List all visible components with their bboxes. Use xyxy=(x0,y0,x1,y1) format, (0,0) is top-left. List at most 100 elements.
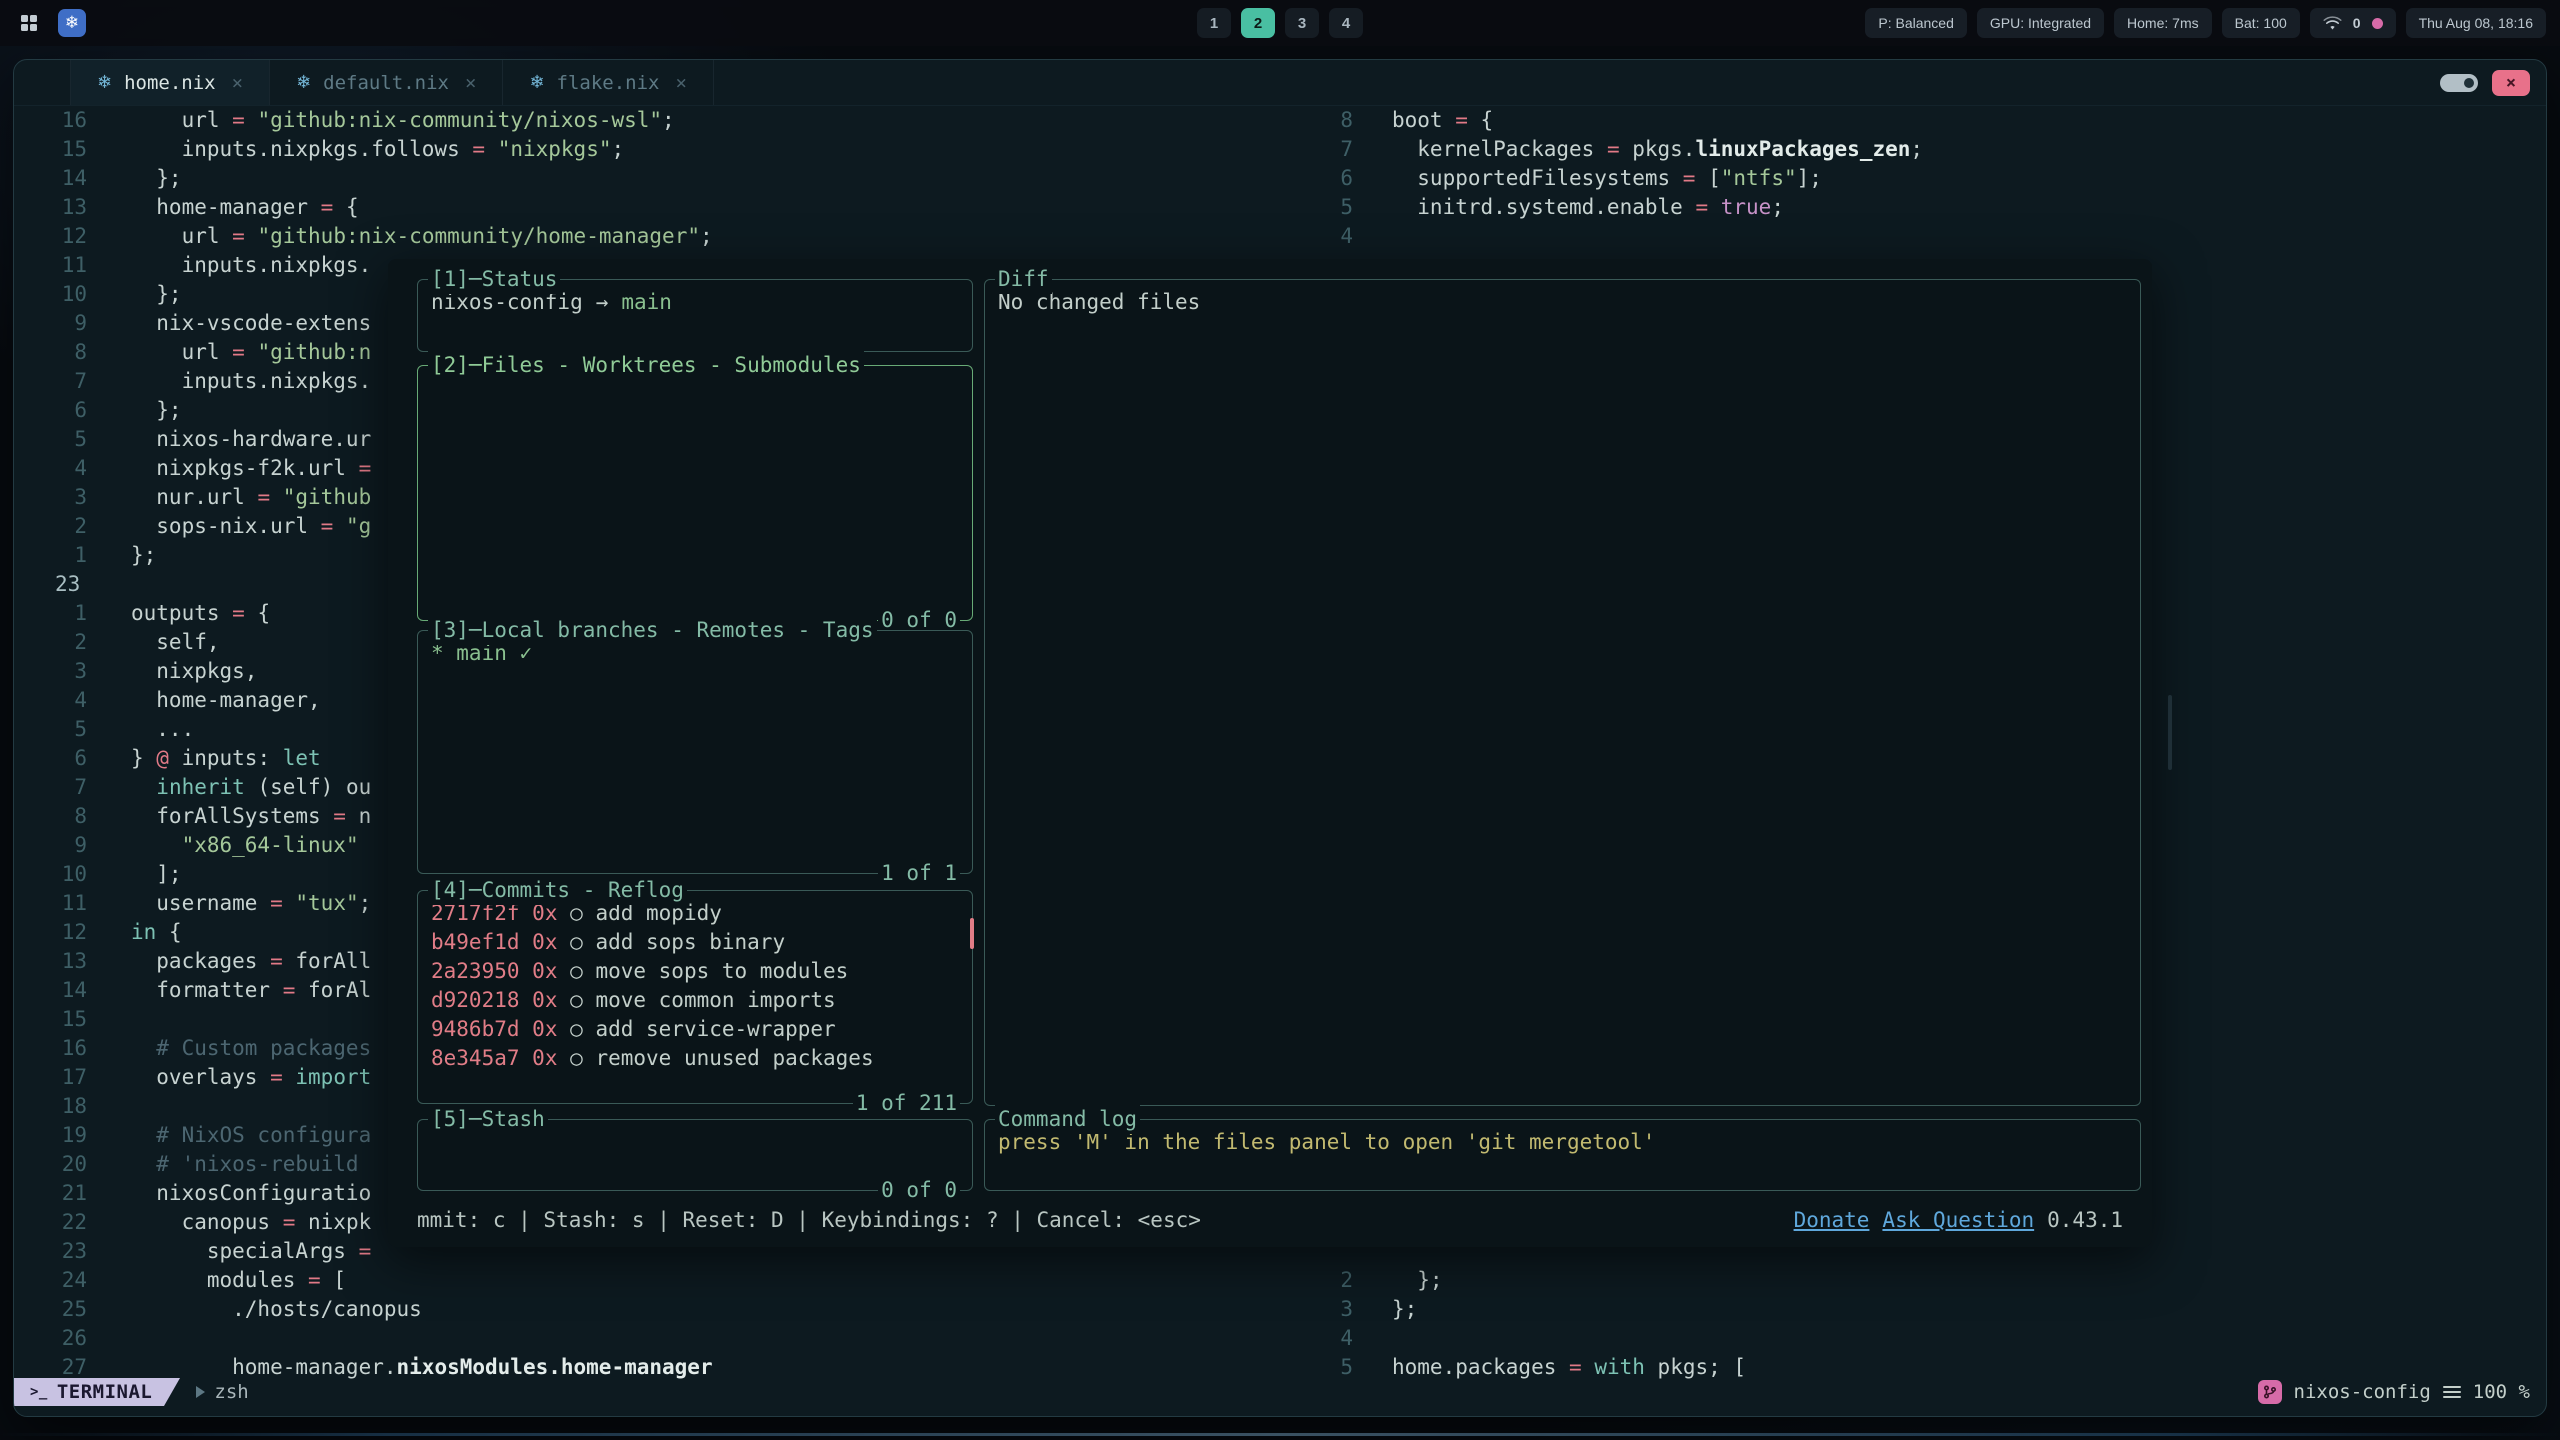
lazygit-branches-panel[interactable]: [3]─Local branches - Remotes - Tags * ma… xyxy=(417,630,973,874)
right-pane-top-lines: 8boot = {7 kernelPackages = pkgs.linuxPa… xyxy=(1307,106,2546,251)
status-pill: GPU: Integrated xyxy=(1977,8,2104,38)
lazygit-command-log-panel[interactable]: Command log press 'M' in the files panel… xyxy=(984,1119,2141,1191)
system-tray: 0 xyxy=(2310,8,2396,38)
shell-name: zsh xyxy=(214,1381,248,1403)
lazygit-window: [1]─Status nixos-config→main [2]─Files -… xyxy=(388,259,2152,1247)
commit-item[interactable]: 8e345a7 0x ○ remove unused packages xyxy=(431,1044,959,1073)
code-line: 13 home-manager = { xyxy=(14,193,1307,222)
workspace-button-3[interactable]: 3 xyxy=(1285,8,1319,38)
lazygit-status-panel[interactable]: [1]─Status nixos-config→main xyxy=(417,279,973,352)
tab-close-icon[interactable]: × xyxy=(676,72,687,94)
code-line: 12 url = "github:nix-community/home-mana… xyxy=(14,222,1307,251)
tab-label: home.nix xyxy=(124,72,216,94)
terminal-window: ❄home.nix×❄default.nix×❄flake.nix× × 16 … xyxy=(13,59,2547,1417)
code-line: 15 inputs.nixpkgs.follows = "nixpkgs"; xyxy=(14,135,1307,164)
tab-flake.nix[interactable]: ❄ flake.nix × xyxy=(503,60,714,105)
commits-scrollbar[interactable] xyxy=(970,918,974,949)
panel-title: [5]─Stash xyxy=(428,1105,548,1134)
tab-close-icon[interactable]: × xyxy=(465,72,476,94)
code-line: 3}; xyxy=(1307,1295,2546,1324)
panel-title: [4]─Commits - Reflog xyxy=(428,876,687,905)
panel-title: Diff xyxy=(995,265,1052,294)
ask-question-link[interactable]: Ask Question xyxy=(1882,1206,2034,1235)
status-pill: Bat: 100 xyxy=(2222,8,2300,38)
tab-default.nix[interactable]: ❄default.nix× xyxy=(270,60,503,105)
git-branch-icon xyxy=(2263,1385,2277,1399)
lazygit-version: 0.43.1 xyxy=(2047,1206,2123,1235)
tab-label: default.nix xyxy=(323,72,449,94)
diff-message: No changed files xyxy=(998,288,2127,317)
code-line: 16 url = "github:nix-community/nixos-wsl… xyxy=(14,106,1307,135)
status-pill: P: Balanced xyxy=(1865,8,1967,38)
code-line: 6 supportedFilesystems = ["ntfs"]; xyxy=(1307,164,2546,193)
window-close-button[interactable]: × xyxy=(2492,70,2530,96)
statusline: >_ TERMINAL zsh nixos-config 100 % xyxy=(14,1378,2546,1406)
status-pill: Home: 7ms xyxy=(2114,8,2212,38)
code-line: 25 ./hosts/canopus xyxy=(14,1295,1307,1324)
lazygit-files-panel[interactable]: [2]─Files - Worktrees - Submodules 0 of … xyxy=(417,365,973,621)
toggle-knob xyxy=(2464,78,2474,88)
code-line: 2 }; xyxy=(1307,1266,2546,1295)
buffer-lines-icon xyxy=(2443,1385,2461,1399)
recording-dot-icon[interactable] xyxy=(2372,18,2383,29)
scroll-percent: 100 % xyxy=(2473,1381,2530,1403)
command-log-message: press 'M' in the files panel to open 'gi… xyxy=(998,1128,2127,1157)
workspace-button-2[interactable]: 2 xyxy=(1241,8,1275,38)
code-line: 4 xyxy=(1307,1324,2546,1353)
panel-count: 0 of 0 xyxy=(878,1176,960,1205)
panel-count: 1 of 211 xyxy=(853,1089,960,1118)
code-line: 26 xyxy=(14,1324,1307,1353)
git-badge xyxy=(2258,1380,2282,1404)
code-line: 14 }; xyxy=(14,164,1307,193)
keybinding-hints: mmit: c | Stash: s | Reset: D | Keybindi… xyxy=(417,1206,1201,1235)
panel-count: 1 of 1 xyxy=(878,859,960,888)
workspace-button-4[interactable]: 4 xyxy=(1329,8,1363,38)
branch-name: main xyxy=(621,288,672,317)
tab-close-icon[interactable]: × xyxy=(232,72,243,94)
scrollbar-thumb[interactable] xyxy=(2168,695,2172,770)
commit-item[interactable]: d920218 0x ○ move common imports xyxy=(431,986,959,1015)
nix-snowflake-icon: ❄ xyxy=(529,72,544,93)
notification-count[interactable]: 0 xyxy=(2353,15,2361,31)
nix-snowflake-icon: ❄ xyxy=(97,72,112,93)
lazygit-commits-panel[interactable]: [4]─Commits - Reflog 2717f2f 0x ○ add mo… xyxy=(417,890,973,1104)
lazygit-diff-panel[interactable]: Diff No changed files xyxy=(984,279,2141,1106)
panel-title: Command log xyxy=(995,1105,1140,1134)
grid-icon xyxy=(20,14,38,32)
arrow-icon: → xyxy=(596,288,609,317)
powerline-separator-icon xyxy=(164,1378,180,1406)
nix-badge-icon[interactable]: ❄ xyxy=(58,9,86,37)
workspace-switcher: 1234 xyxy=(1197,8,1363,38)
code-line: 5 initrd.systemd.enable = true; xyxy=(1307,193,2546,222)
clock: Thu Aug 08, 18:16 xyxy=(2406,8,2546,38)
status-pills: P: Balanced GPU: Integrated Home: 7ms Bat: … xyxy=(1865,8,2299,38)
project-name: nixos-config xyxy=(2294,1381,2431,1403)
wifi-icon[interactable] xyxy=(2323,16,2342,31)
tabbar-toggle[interactable] xyxy=(2440,74,2478,92)
code-line: 4 xyxy=(1307,222,2546,251)
right-pane-bottom-lines: 2 };3};45home.packages = with pkgs; [ xyxy=(1307,1266,2546,1382)
tabbar: ❄home.nix×❄default.nix×❄flake.nix× × xyxy=(14,60,2546,106)
workspace-button-1[interactable]: 1 xyxy=(1197,8,1231,38)
code-line: 8boot = { xyxy=(1307,106,2546,135)
panel-title: [3]─Local branches - Remotes - Tags xyxy=(428,616,877,645)
code-line: 24 modules = [ xyxy=(14,1266,1307,1295)
mode-label: TERMINAL xyxy=(57,1381,153,1403)
panel-title: [2]─Files - Worktrees - Submodules xyxy=(428,351,864,380)
tab-list: ❄home.nix×❄default.nix×❄flake.nix× xyxy=(70,60,714,105)
lazygit-stash-panel[interactable]: [5]─Stash 0 of 0 xyxy=(417,1119,973,1191)
terminal-icon: >_ xyxy=(30,1384,48,1400)
commit-item[interactable]: b49ef1d 0x ○ add sops binary xyxy=(431,928,959,957)
commit-item[interactable]: 2a23950 0x ○ move sops to modules xyxy=(431,957,959,986)
prompt-arrow-icon xyxy=(196,1386,205,1398)
tab-home.nix[interactable]: ❄ home.nix × xyxy=(70,60,270,105)
panel-title: [1]─Status xyxy=(428,265,560,294)
commit-item[interactable]: 9486b7d 0x ○ add service-wrapper xyxy=(431,1015,959,1044)
donate-link[interactable]: Donate xyxy=(1794,1206,1870,1235)
topbar: ❄ 1234 P: Balanced GPU: Integrated Home: 7… xyxy=(0,0,2560,46)
editor-area: 16 url = "github:nix-community/nixos-wsl… xyxy=(14,106,2546,1416)
tab-label: flake.nix xyxy=(557,72,660,94)
app-launcher-icon[interactable] xyxy=(14,8,44,38)
code-line: 7 kernelPackages = pkgs.linuxPackages_ze… xyxy=(1307,135,2546,164)
lazygit-keybar: mmit: c | Stash: s | Reset: D | Keybindi… xyxy=(417,1205,2123,1235)
